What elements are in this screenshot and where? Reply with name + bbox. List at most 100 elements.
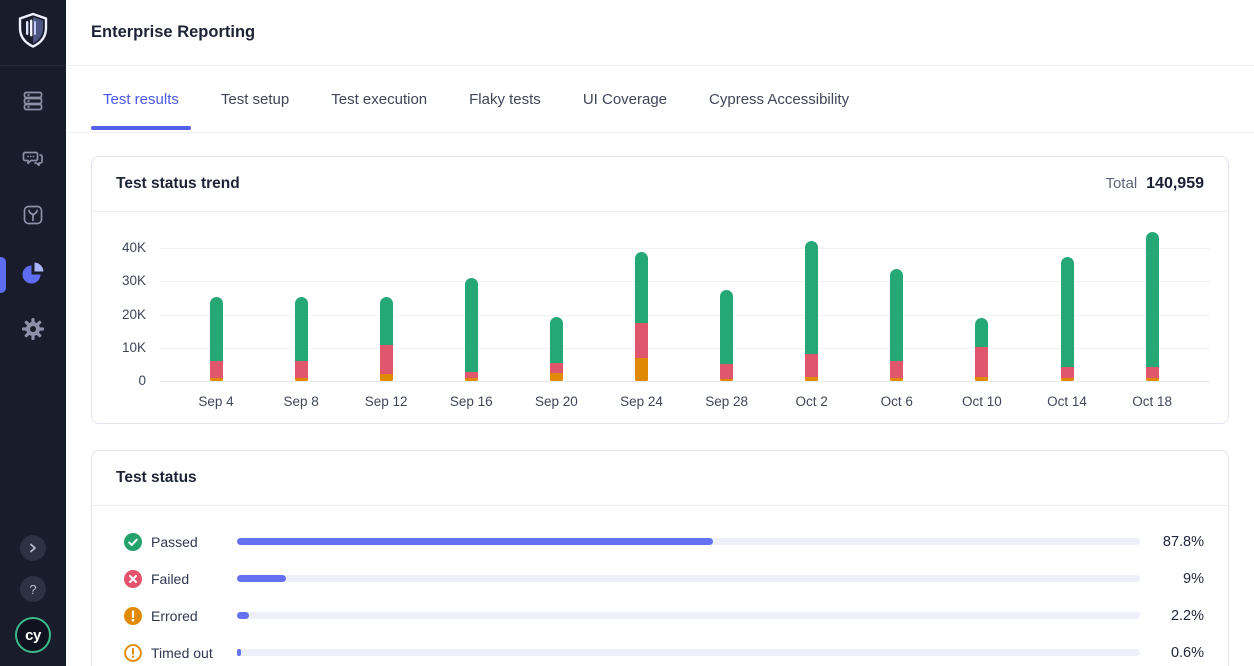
stacked-bar-oct-18[interactable] <box>1146 232 1159 381</box>
total-value: 140,959 <box>1146 175 1204 193</box>
segment-passed <box>465 278 478 371</box>
stacked-bar-sep-4[interactable] <box>210 297 223 381</box>
status-card-header: Test status <box>92 451 1228 506</box>
status-progress-fill <box>237 649 241 656</box>
segment-passed <box>975 318 988 347</box>
content: Test status trend Total 140,959 010K20K3… <box>66 133 1254 666</box>
expand-sidebar-button[interactable] <box>20 535 46 561</box>
segment-passed <box>1146 232 1159 367</box>
tab-test-execution[interactable]: Test execution <box>331 66 427 133</box>
tab-test-setup[interactable]: Test setup <box>221 66 289 133</box>
status-row-errored: Errored2.2% <box>124 597 1204 634</box>
segment-errored <box>890 378 903 381</box>
status-card-title: Test status <box>116 469 197 487</box>
status-progress-track <box>237 612 1140 619</box>
test-status-trend-card: Test status trend Total 140,959 010K20K3… <box>91 156 1229 424</box>
stacked-bar-sep-20[interactable] <box>550 317 563 381</box>
analytics-pie-icon <box>20 259 46 290</box>
status-label: Errored <box>151 608 237 624</box>
cypress-logo-button[interactable]: cy <box>15 617 51 653</box>
segment-errored <box>1146 378 1159 381</box>
segment-failed <box>295 361 308 378</box>
segment-failed <box>720 364 733 378</box>
segment-failed <box>380 345 393 374</box>
help-button[interactable]: ? <box>20 576 46 602</box>
segment-errored <box>1061 378 1074 381</box>
x-axis-tick: Sep 24 <box>599 394 685 409</box>
status-progress-fill <box>237 538 713 545</box>
status-row-passed: Passed87.8% <box>124 523 1204 560</box>
x-axis-tick: Oct 18 <box>1109 394 1195 409</box>
sidebar-item-discussions[interactable] <box>0 132 66 189</box>
top-header: Enterprise Reporting <box>66 0 1254 66</box>
trend-card-header: Test status trend Total 140,959 <box>92 157 1228 212</box>
segment-failed <box>1061 367 1074 378</box>
segment-errored <box>380 374 393 381</box>
segment-errored <box>465 378 478 381</box>
tab-flaky-tests[interactable]: Flaky tests <box>469 66 541 133</box>
stacked-bar-oct-6[interactable] <box>890 269 903 381</box>
sidebar-item-runs[interactable] <box>0 75 66 132</box>
runs-stack-icon <box>21 89 45 118</box>
tab-cypress-accessibility[interactable]: Cypress Accessibility <box>709 66 849 133</box>
gridline <box>160 281 1210 282</box>
x-axis-tick: Sep 20 <box>513 394 599 409</box>
sidebar-nav <box>0 66 66 360</box>
x-axis-tick: Sep 8 <box>258 394 344 409</box>
gridline <box>160 381 1210 382</box>
sidebar-item-settings[interactable] <box>0 303 66 360</box>
segment-failed <box>890 361 903 377</box>
stacked-bar-sep-16[interactable] <box>465 278 478 381</box>
gridline <box>160 348 1210 349</box>
stacked-bar-sep-28[interactable] <box>720 290 733 381</box>
question-mark-icon: ? <box>29 582 36 597</box>
stacked-bar-oct-10[interactable] <box>975 318 988 381</box>
segment-passed <box>890 269 903 361</box>
status-row-failed: Failed9% <box>124 560 1204 597</box>
total-label: Total <box>1105 175 1137 192</box>
y-axis-tick: 20K <box>92 307 146 322</box>
app-window: ? cy Enterprise Reporting Test resultsTe… <box>0 0 1254 666</box>
x-axis-tick: Sep 4 <box>173 394 259 409</box>
status-label: Timed out <box>151 645 237 661</box>
tab-ui-coverage[interactable]: UI Coverage <box>583 66 667 133</box>
failed-x-icon <box>124 570 142 588</box>
trend-total: Total 140,959 <box>1105 175 1204 193</box>
x-axis-tick: Sep 12 <box>343 394 429 409</box>
segment-passed <box>635 252 648 323</box>
status-percent: 0.6% <box>1140 645 1204 661</box>
status-rows: Passed87.8%Failed9%Errored2.2% Timed out 0… <box>92 506 1228 666</box>
segment-passed <box>210 297 223 361</box>
chevron-right-icon <box>28 541 38 556</box>
main-area: Enterprise Reporting Test results Test se… <box>66 0 1254 666</box>
x-axis-tick: Sep 28 <box>684 394 770 409</box>
stacked-bar-oct-2[interactable] <box>805 241 818 381</box>
page-title: Enterprise Reporting <box>91 23 255 42</box>
passed-check-icon <box>124 533 142 551</box>
org-logo-button[interactable] <box>0 0 66 66</box>
sidebar-item-branches[interactable] <box>0 189 66 246</box>
chat-discussions-icon <box>21 146 45 175</box>
stacked-bar-sep-12[interactable] <box>380 297 393 381</box>
y-axis-tick: 10K <box>92 340 146 355</box>
segment-errored <box>975 377 988 381</box>
segment-errored <box>295 378 308 381</box>
segment-failed <box>210 361 223 377</box>
stacked-bar-sep-24[interactable] <box>635 252 648 381</box>
status-progress-fill <box>237 612 249 619</box>
active-indicator <box>0 257 6 293</box>
segment-errored <box>805 377 818 381</box>
branches-icon <box>21 203 45 232</box>
segment-errored <box>720 379 733 381</box>
x-axis-tick: Oct 2 <box>769 394 855 409</box>
x-axis-tick: Sep 16 <box>428 394 514 409</box>
status-percent: 9% <box>1140 571 1204 587</box>
tab-bar: Test results Test setup Test execution Flak… <box>66 66 1254 133</box>
stacked-bar-sep-8[interactable] <box>295 297 308 381</box>
sidebar-item-analytics[interactable] <box>0 246 66 303</box>
status-row-timedout: Timed out 0.6% <box>124 634 1204 666</box>
stacked-bar-oct-14[interactable] <box>1061 257 1074 381</box>
segment-passed <box>380 297 393 346</box>
sidebar-bottom: ? cy <box>0 535 66 653</box>
tab-test-results[interactable]: Test results <box>103 66 179 133</box>
